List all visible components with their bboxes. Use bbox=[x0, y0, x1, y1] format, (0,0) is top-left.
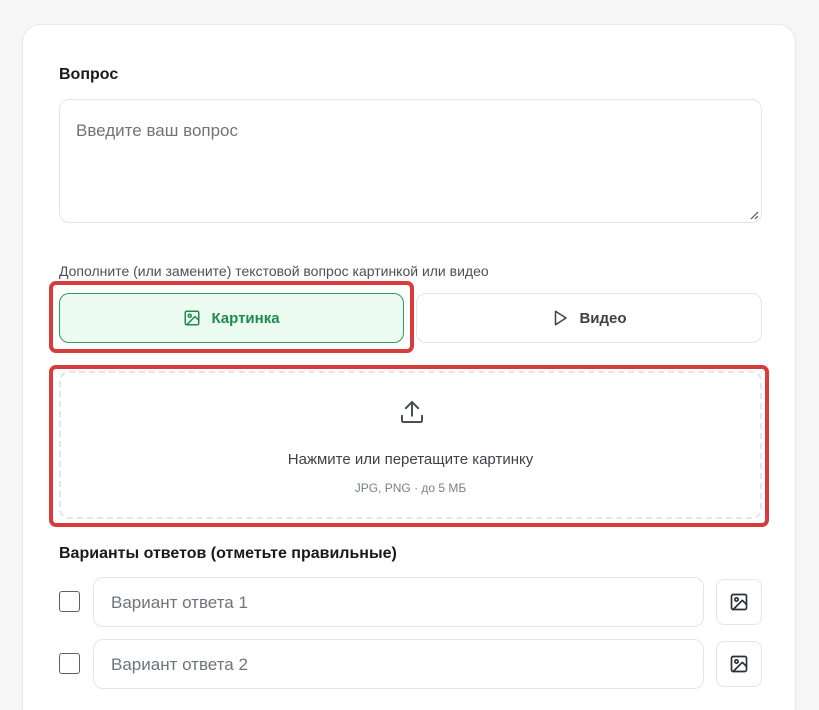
image-dropzone[interactable]: Нажмите или перетащите картинку JPG, PNG… bbox=[59, 371, 762, 519]
upload-icon bbox=[401, 401, 423, 423]
answer-checkbox[interactable] bbox=[59, 591, 80, 612]
answer-image-button[interactable] bbox=[716, 641, 762, 687]
play-icon bbox=[555, 310, 568, 326]
question-label: Вопрос bbox=[59, 66, 119, 83]
dropzone-subtitle: JPG, PNG · до 5 МБ bbox=[354, 481, 467, 495]
image-media-button[interactable]: Картинка bbox=[59, 293, 404, 343]
answer-input[interactable]: Вариант ответа 1 bbox=[93, 577, 704, 627]
image-icon bbox=[730, 655, 748, 673]
answers-label: Варианты ответов (отметьте правильные) bbox=[59, 545, 397, 562]
answer-input[interactable]: Вариант ответа 2 bbox=[93, 639, 704, 689]
answer-image-button[interactable] bbox=[716, 579, 762, 625]
answer-row: Вариант ответа 1 bbox=[59, 577, 762, 627]
answer-checkbox[interactable] bbox=[59, 653, 80, 674]
image-media-label: Картинка bbox=[211, 309, 280, 327]
video-media-button[interactable]: Видео bbox=[416, 293, 762, 343]
answer-row: Вариант ответа 2 bbox=[59, 639, 762, 689]
question-textarea[interactable]: Введите ваш вопрос bbox=[59, 99, 762, 223]
media-hint: Дополните (или замените) текстовой вопро… bbox=[59, 263, 489, 279]
question-card: Вопрос Введите ваш вопрос Дополните (или… bbox=[22, 24, 796, 710]
answer-placeholder: Вариант ответа 2 bbox=[111, 655, 248, 674]
video-media-label: Видео bbox=[579, 309, 627, 327]
answer-placeholder: Вариант ответа 1 bbox=[111, 593, 248, 612]
resize-handle-icon[interactable] bbox=[749, 210, 759, 220]
dropzone-title: Нажмите или перетащите картинку bbox=[287, 451, 534, 468]
image-icon bbox=[730, 593, 748, 611]
question-placeholder: Введите ваш вопрос bbox=[76, 121, 239, 140]
image-icon bbox=[184, 310, 200, 326]
